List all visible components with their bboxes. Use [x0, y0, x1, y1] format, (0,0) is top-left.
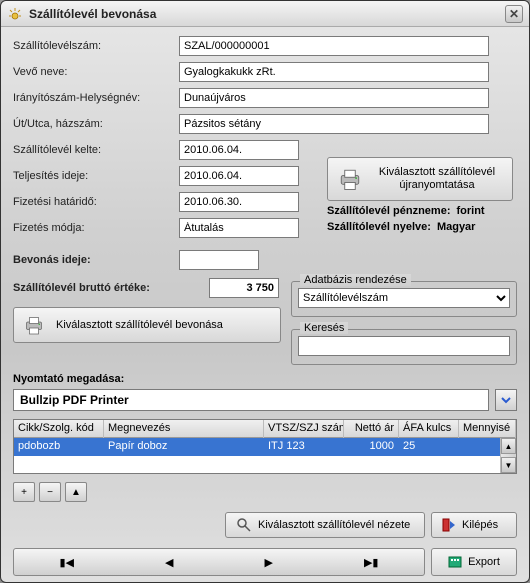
- app-icon: [7, 6, 23, 22]
- window: Szállítólevél bevonása ✕ Szállítólevélsz…: [0, 0, 530, 583]
- exit-label: Kilépés: [462, 519, 498, 531]
- nav-plus-button[interactable]: +: [13, 482, 35, 502]
- view-label: Kiválasztott szállítólevél nézete: [258, 519, 410, 531]
- col-net[interactable]: Nettó ár: [344, 420, 399, 438]
- search-legend: Keresés: [300, 322, 348, 334]
- printer-icon: [336, 165, 364, 193]
- pager-prev[interactable]: ◀: [165, 556, 173, 569]
- titlebar: Szállítólevél bevonása ✕: [1, 1, 529, 27]
- col-vat[interactable]: ÁFA kulcs: [399, 420, 459, 438]
- db-order-legend: Adatbázis rendezése: [300, 274, 411, 286]
- printer-caption: Nyomtató megadása:: [13, 373, 517, 385]
- input-payment-deadline[interactable]: [179, 192, 299, 212]
- export-icon: [448, 555, 462, 569]
- input-city-zip[interactable]: [179, 88, 489, 108]
- label-include-time: Bevonás ideje:: [13, 254, 173, 266]
- view-button[interactable]: Kiválasztott szállítólevél nézete: [225, 512, 425, 538]
- col-name[interactable]: Megnevezés: [104, 420, 264, 438]
- window-title: Szállítólevél bevonása: [29, 7, 505, 21]
- input-delivery-date[interactable]: [179, 140, 299, 160]
- close-button[interactable]: ✕: [505, 5, 523, 23]
- input-include-time[interactable]: [179, 250, 259, 270]
- printer-icon: [22, 313, 46, 337]
- label-delivery-note-number: Szállítólevélszám:: [13, 40, 173, 52]
- vertical-scrollbar[interactable]: ▲ ▼: [500, 438, 516, 473]
- db-order-group: Adatbázis rendezése Szállítólevélszám: [291, 281, 517, 317]
- printer-dropdown-button[interactable]: [495, 389, 517, 411]
- nav-minus-button[interactable]: −: [39, 482, 61, 502]
- input-payment-method[interactable]: [179, 218, 299, 238]
- pager: ▮◀ ◀ ▶ ▶▮: [13, 548, 425, 576]
- label-street: Út/Utca, házszám:: [13, 118, 173, 130]
- currency-value: forint: [456, 205, 484, 217]
- input-fulfillment-date[interactable]: [179, 166, 299, 186]
- label-city-zip: Irányítószám-Helységnév:: [13, 92, 173, 104]
- magnifier-icon: [236, 517, 252, 533]
- nav-up-button[interactable]: ▲: [65, 482, 87, 502]
- reprint-button[interactable]: Kiválasztott szállítólevél újranyomtatás…: [327, 157, 513, 201]
- label-buyer-name: Vevő neve:: [13, 66, 173, 78]
- label-gross-value: Szállítólevél bruttó értéke:: [13, 282, 203, 294]
- scroll-down-icon[interactable]: ▼: [501, 457, 516, 473]
- lang-value: Magyar: [437, 221, 476, 233]
- items-table[interactable]: Cikk/Szolg. kód Megnevezés VTSZ/SZJ szám…: [13, 419, 517, 474]
- col-code[interactable]: Cikk/Szolg. kód: [14, 420, 104, 438]
- label-fulfillment-date: Teljesítés ideje:: [13, 170, 173, 182]
- pager-last[interactable]: ▶▮: [364, 556, 379, 569]
- search-group: Keresés: [291, 329, 517, 365]
- currency-label: Szállítólevél pénzneme:: [327, 205, 450, 217]
- col-qty[interactable]: Mennyisé: [459, 420, 516, 438]
- chevron-down-icon: [500, 394, 512, 406]
- export-label: Export: [468, 556, 500, 568]
- label-delivery-date: Szállítólevél kelte:: [13, 144, 173, 156]
- input-buyer-name[interactable]: [179, 62, 489, 82]
- label-payment-deadline: Fizetési határidő:: [13, 196, 173, 208]
- scroll-up-icon[interactable]: ▲: [501, 438, 516, 454]
- include-button[interactable]: Kiválasztott szállítólevél bevonása: [13, 307, 281, 343]
- input-street[interactable]: [179, 114, 489, 134]
- input-delivery-note-number[interactable]: [179, 36, 489, 56]
- export-button[interactable]: Export: [431, 548, 517, 576]
- label-payment-method: Fizetés módja:: [13, 222, 173, 234]
- search-input[interactable]: [298, 336, 510, 356]
- db-order-select[interactable]: Szállítólevélszám: [298, 288, 510, 308]
- exit-icon: [442, 518, 456, 532]
- printer-name: Bullzip PDF Printer: [13, 389, 489, 411]
- pager-first[interactable]: ▮◀: [60, 556, 75, 569]
- table-body: pdobozb Papír doboz ITJ 123 1000 25: [14, 438, 516, 473]
- exit-button[interactable]: Kilépés: [431, 512, 517, 538]
- table-row[interactable]: pdobozb Papír doboz ITJ 123 1000 25: [14, 438, 516, 456]
- col-vtsz[interactable]: VTSZ/SZJ szám: [264, 420, 344, 438]
- input-gross-value[interactable]: [209, 278, 279, 298]
- lang-label: Szállítólevél nyelve:: [327, 221, 431, 233]
- pager-next[interactable]: ▶: [264, 556, 272, 569]
- reprint-label: Kiválasztott szállítólevél újranyomtatás…: [370, 166, 504, 192]
- include-label: Kiválasztott szállítólevél bevonása: [56, 319, 223, 331]
